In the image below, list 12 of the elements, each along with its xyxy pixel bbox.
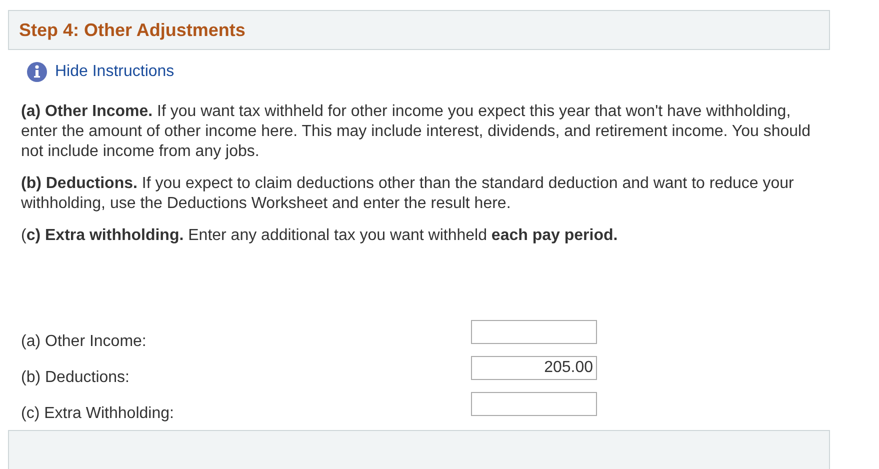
- info-icon: [27, 62, 47, 82]
- instruction-paragraph: (a) Other Income. If you want tax withheld for other income you expect this year that won't have withholding, enter the amount of other income here. This may include interest, dividends, and retirement income. You should not include income from any jobs.: [21, 102, 811, 162]
- hide-instructions-link[interactable]: Hide Instructions: [55, 63, 174, 81]
- amount-field[interactable]: 205.00: [471, 356, 597, 380]
- amount-field[interactable]: [471, 392, 597, 416]
- instruction-paragraph: (c) Extra withholding. Enter any additional tax you want withheld each pay period.: [21, 226, 619, 246]
- field-label: (c) Extra Withholding:: [21, 404, 175, 424]
- section-title: Step 4: Other Adjustments: [19, 20, 246, 40]
- instruction-paragraph: (b) Deductions. If you expect to claim deductions other than the standard deduction and want to reduce your withholding, use the Deductions Worksheet and enter the result here.: [21, 174, 795, 214]
- field-label: (b) Deductions:: [21, 368, 130, 388]
- field-label: (a) Other Income:: [21, 332, 148, 352]
- amount-field[interactable]: [471, 320, 597, 344]
